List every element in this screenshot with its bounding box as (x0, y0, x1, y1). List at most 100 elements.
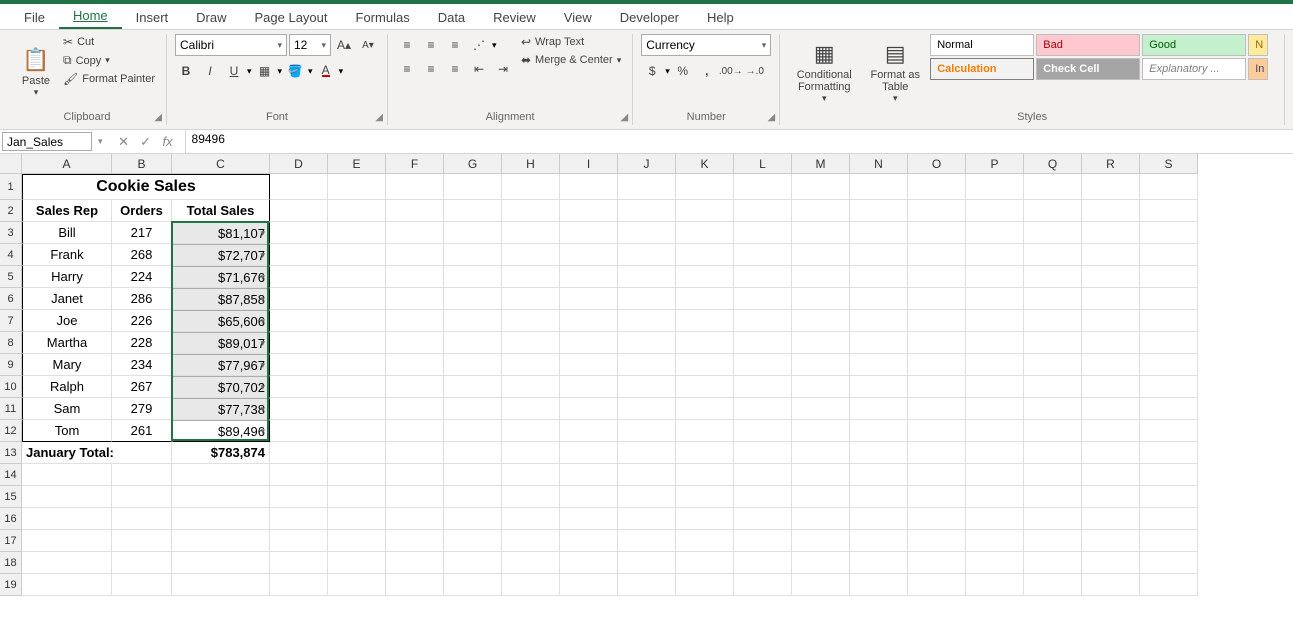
cell-R5[interactable] (1082, 266, 1140, 288)
cell-H9[interactable] (502, 354, 560, 376)
align-center-button[interactable]: ≡ (420, 58, 442, 80)
cell-Q14[interactable] (1024, 464, 1082, 486)
cell-Q4[interactable] (1024, 244, 1082, 266)
wrap-text-button[interactable]: ↩Wrap Text (518, 34, 624, 50)
format-painter-button[interactable]: 🖌Format Painter (60, 71, 158, 87)
orientation-button[interactable]: ⋰ (468, 34, 490, 56)
column-header-N[interactable]: N (850, 154, 908, 174)
cell-S16[interactable] (1140, 508, 1198, 530)
cell-Q3[interactable] (1024, 222, 1082, 244)
cell-L10[interactable] (734, 376, 792, 398)
cell-D14[interactable] (270, 464, 328, 486)
cell-Q17[interactable] (1024, 530, 1082, 552)
cell-Q5[interactable] (1024, 266, 1082, 288)
cell-L16[interactable] (734, 508, 792, 530)
cell-J3[interactable] (618, 222, 676, 244)
cell-F10[interactable] (386, 376, 444, 398)
cell-P9[interactable] (966, 354, 1024, 376)
cell-I5[interactable] (560, 266, 618, 288)
cell-M13[interactable] (792, 442, 850, 464)
cell-D11[interactable] (270, 398, 328, 420)
row-header-7[interactable]: 7 (0, 310, 22, 332)
cell-Q11[interactable] (1024, 398, 1082, 420)
cell-I8[interactable] (560, 332, 618, 354)
cell-Q6[interactable] (1024, 288, 1082, 310)
cell-N12[interactable] (850, 420, 908, 442)
cell-J16[interactable] (618, 508, 676, 530)
cell-P11[interactable] (966, 398, 1024, 420)
cell-F12[interactable] (386, 420, 444, 442)
cell-P18[interactable] (966, 552, 1024, 574)
cell-S3[interactable] (1140, 222, 1198, 244)
cell-I9[interactable] (560, 354, 618, 376)
cell-E3[interactable] (328, 222, 386, 244)
row-header-16[interactable]: 16 (0, 508, 22, 530)
cell-P8[interactable] (966, 332, 1024, 354)
menu-formulas[interactable]: Formulas (342, 6, 424, 29)
cell-K8[interactable] (676, 332, 734, 354)
cell-Q16[interactable] (1024, 508, 1082, 530)
cell-N15[interactable] (850, 486, 908, 508)
cell-D16[interactable] (270, 508, 328, 530)
row-header-9[interactable]: 9 (0, 354, 22, 376)
cell-O4[interactable] (908, 244, 966, 266)
cell-G13[interactable] (444, 442, 502, 464)
cell-J1[interactable] (618, 174, 676, 200)
cell-A16[interactable] (22, 508, 112, 530)
cell-D10[interactable] (270, 376, 328, 398)
menu-page-layout[interactable]: Page Layout (241, 6, 342, 29)
cell-E4[interactable] (328, 244, 386, 266)
cell-N19[interactable] (850, 574, 908, 596)
cell-N6[interactable] (850, 288, 908, 310)
cell-C8[interactable]: $89,017 (172, 332, 270, 354)
cell-B7[interactable]: 226 (112, 310, 172, 332)
cell-E15[interactable] (328, 486, 386, 508)
cell-K5[interactable] (676, 266, 734, 288)
cell-E12[interactable] (328, 420, 386, 442)
cell-N18[interactable] (850, 552, 908, 574)
cell-G8[interactable] (444, 332, 502, 354)
cell-O14[interactable] (908, 464, 966, 486)
cell-G9[interactable] (444, 354, 502, 376)
cell-H19[interactable] (502, 574, 560, 596)
cell-K16[interactable] (676, 508, 734, 530)
cell-R9[interactable] (1082, 354, 1140, 376)
row-header-1[interactable]: 1 (0, 174, 22, 200)
align-bottom-button[interactable]: ≡ (444, 34, 466, 56)
cell-C4[interactable]: $72,707 (172, 244, 270, 266)
cell-C5[interactable]: $71,676 (172, 266, 270, 288)
cell-D13[interactable] (270, 442, 328, 464)
cell-B2[interactable]: Orders (112, 200, 172, 222)
cell-E19[interactable] (328, 574, 386, 596)
name-box[interactable] (2, 132, 92, 151)
cell-A9[interactable]: Mary (22, 354, 112, 376)
cell-S5[interactable] (1140, 266, 1198, 288)
menu-help[interactable]: Help (693, 6, 748, 29)
cell-B5[interactable]: 224 (112, 266, 172, 288)
insert-function-button[interactable]: fx (157, 134, 179, 149)
cell-G6[interactable] (444, 288, 502, 310)
cell-I15[interactable] (560, 486, 618, 508)
cell-D17[interactable] (270, 530, 328, 552)
cell-I11[interactable] (560, 398, 618, 420)
cell-O11[interactable] (908, 398, 966, 420)
cell-C14[interactable] (172, 464, 270, 486)
cell-S1[interactable] (1140, 174, 1198, 200)
cell-D12[interactable] (270, 420, 328, 442)
cell-O2[interactable] (908, 200, 966, 222)
cell-Q15[interactable] (1024, 486, 1082, 508)
cell-N1[interactable] (850, 174, 908, 200)
cell-M1[interactable] (792, 174, 850, 200)
cell-A13[interactable]: January Total: (22, 442, 172, 464)
cell-I1[interactable] (560, 174, 618, 200)
cell-L7[interactable] (734, 310, 792, 332)
cell-J18[interactable] (618, 552, 676, 574)
cell-A12[interactable]: Tom (22, 420, 112, 442)
row-header-2[interactable]: 2 (0, 200, 22, 222)
cell-I2[interactable] (560, 200, 618, 222)
cell-J13[interactable] (618, 442, 676, 464)
cell-K10[interactable] (676, 376, 734, 398)
cell-L8[interactable] (734, 332, 792, 354)
cell-H5[interactable] (502, 266, 560, 288)
dialog-launcher-icon[interactable]: ◢ (621, 112, 629, 123)
